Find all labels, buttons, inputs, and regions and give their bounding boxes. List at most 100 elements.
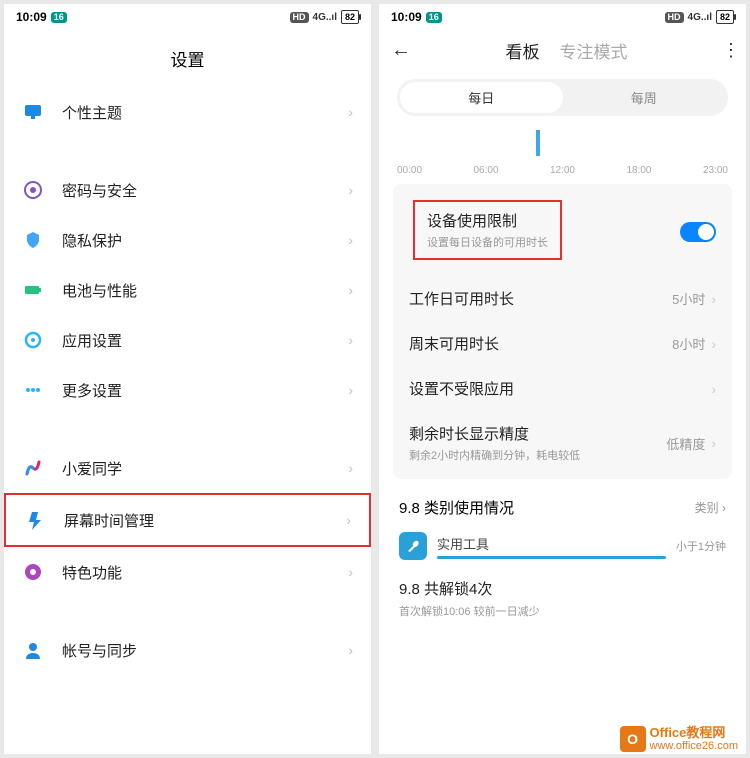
- chevron-right-icon: ›: [348, 642, 353, 658]
- device-limit-card: 设备使用限制 设置每日设备的可用时长 工作日可用时长 5小时 › 周末可用时长 …: [393, 184, 732, 479]
- chevron-right-icon: ›: [348, 460, 353, 476]
- tools-icon: [399, 532, 427, 560]
- row-value: 低精度: [666, 434, 705, 453]
- signal-icon: 4G..ıl: [688, 12, 712, 23]
- segment-control[interactable]: 每日 每周: [397, 79, 728, 116]
- row-value: 8小时: [672, 334, 705, 353]
- settings-item-label: 屏幕时间管理: [64, 510, 346, 531]
- settings-item-screentime[interactable]: 屏幕时间管理 ›: [4, 493, 371, 547]
- settings-item-label: 特色功能: [62, 562, 348, 583]
- chevron-right-icon: ›: [711, 291, 716, 307]
- row-sub: 设置每日设备的可用时长: [427, 234, 548, 250]
- settings-group: 个性主题 ›: [4, 87, 371, 137]
- settings-group: 小爱同学 › 屏幕时间管理 › 特色功能 ›: [4, 443, 371, 597]
- status-app-badge: 16: [426, 12, 442, 23]
- battery-icon: [22, 279, 44, 301]
- settings-item-label: 电池与性能: [62, 280, 348, 301]
- more-icon: [22, 379, 44, 401]
- watermark-logo-icon: O: [620, 726, 646, 752]
- account-icon: [22, 639, 44, 661]
- more-menu-button[interactable]: ⋮: [722, 40, 734, 61]
- settings-item-more[interactable]: 更多设置 ›: [4, 365, 371, 415]
- chevron-right-icon: ›: [348, 564, 353, 580]
- timeline-tick: 00:00: [397, 165, 422, 176]
- usage-item[interactable]: 实用工具 小于1分钟: [379, 524, 746, 568]
- chevron-right-icon: ›: [711, 336, 716, 352]
- chevron-right-icon: ›: [348, 332, 353, 348]
- unlock-sub: 首次解锁10:06 较前一日减少: [399, 603, 726, 619]
- chevron-right-icon: ›: [711, 435, 716, 451]
- usage-bar: [437, 556, 666, 559]
- tab-focus[interactable]: 专注模式: [560, 38, 628, 63]
- usage-section-header[interactable]: 9.8 类别使用情况 类别 ›: [379, 487, 746, 524]
- settings-item-label: 密码与安全: [62, 180, 348, 201]
- unlock-section[interactable]: 9.8 共解锁4次 首次解锁10:06 较前一日减少: [379, 568, 746, 629]
- timeline-tick: 23:00: [703, 165, 728, 176]
- privacy-icon: [22, 229, 44, 251]
- status-time: 10:09: [391, 10, 422, 24]
- chevron-right-icon: ›: [348, 282, 353, 298]
- precision-row[interactable]: 剩余时长显示精度 剩余2小时内精确到分钟，耗电较低 低精度 ›: [393, 411, 732, 475]
- row-title: 剩余时长显示精度: [409, 423, 666, 444]
- apps-icon: [22, 329, 44, 351]
- timeline-tick: 12:00: [550, 165, 575, 176]
- settings-item-feature[interactable]: 特色功能 ›: [4, 547, 371, 597]
- row-title: 周末可用时长: [409, 333, 672, 354]
- top-nav: ← 看板 专注模式 ⋮: [379, 30, 746, 71]
- settings-item-battery[interactable]: 电池与性能 ›: [4, 265, 371, 315]
- segment-weekly[interactable]: 每周: [563, 82, 726, 113]
- row-title: 设置不受限应用: [409, 378, 711, 399]
- settings-item-label: 个性主题: [62, 102, 348, 123]
- usage-timeline[interactable]: 00:00 06:00 12:00 18:00 23:00: [397, 126, 728, 176]
- unlock-title: 9.8 共解锁4次: [399, 578, 726, 599]
- segment-daily[interactable]: 每日: [400, 82, 563, 113]
- theme-icon: [22, 101, 44, 123]
- row-title: 设备使用限制: [427, 210, 548, 231]
- usage-time: 小于1分钟: [676, 538, 726, 554]
- settings-item-label: 应用设置: [62, 330, 348, 351]
- tab-dashboard[interactable]: 看板: [506, 38, 540, 63]
- workday-limit-row[interactable]: 工作日可用时长 5小时 ›: [393, 276, 732, 321]
- watermark: O Office教程网 www.office26.com: [616, 724, 742, 754]
- row-value: 5小时: [672, 289, 705, 308]
- feature-icon: [22, 561, 44, 583]
- settings-item-privacy[interactable]: 隐私保护 ›: [4, 215, 371, 265]
- settings-list[interactable]: 个性主题 › 密码与安全 › 隐私保护 ›: [4, 87, 371, 754]
- device-limit-row[interactable]: 设备使用限制 设置每日设备的可用时长: [393, 188, 732, 276]
- watermark-title: Office教程网: [650, 726, 738, 740]
- battery-indicator: 82: [341, 10, 359, 24]
- back-button[interactable]: ←: [391, 39, 411, 62]
- timeline-tick: 18:00: [626, 165, 651, 176]
- status-time: 10:09: [16, 10, 47, 24]
- hd-icon: HD: [290, 12, 309, 23]
- signal-icon: 4G..ıl: [313, 12, 337, 23]
- settings-item-security[interactable]: 密码与安全 ›: [4, 165, 371, 215]
- settings-item-label: 隐私保护: [62, 230, 348, 251]
- settings-item-account[interactable]: 帐号与同步 ›: [4, 625, 371, 675]
- settings-item-theme[interactable]: 个性主题 ›: [4, 87, 371, 137]
- section-header-title: 9.8 类别使用情况: [399, 497, 514, 518]
- timeline-tick: 06:00: [473, 165, 498, 176]
- weekend-limit-row[interactable]: 周末可用时长 8小时 ›: [393, 321, 732, 366]
- chevron-right-icon: ›: [348, 182, 353, 198]
- chevron-right-icon: ›: [348, 104, 353, 120]
- settings-item-label: 小爱同学: [62, 458, 348, 479]
- usage-name: 实用工具: [437, 534, 666, 553]
- page-title: 设置: [4, 30, 371, 87]
- screentime-screen: 10:09 16 HD 4G..ıl 82 ← 看板 专注模式 ⋮ 每日 每周 …: [379, 4, 746, 754]
- unrestricted-apps-row[interactable]: 设置不受限应用 ›: [393, 366, 732, 411]
- status-bar: 10:09 16 HD 4G..ıl 82: [4, 4, 371, 30]
- settings-group: 密码与安全 › 隐私保护 › 电池与性能 ›: [4, 165, 371, 415]
- device-limit-toggle[interactable]: [680, 222, 716, 242]
- settings-item-xiaoai[interactable]: 小爱同学 ›: [4, 443, 371, 493]
- xiaoai-icon: [22, 457, 44, 479]
- section-header-tag[interactable]: 类别 ›: [695, 499, 726, 516]
- chevron-right-icon: ›: [346, 512, 351, 528]
- security-icon: [22, 179, 44, 201]
- screentime-icon: [24, 509, 46, 531]
- settings-item-label: 帐号与同步: [62, 640, 348, 661]
- settings-item-apps[interactable]: 应用设置 ›: [4, 315, 371, 365]
- timeline-labels: 00:00 06:00 12:00 18:00 23:00: [397, 165, 728, 176]
- timeline-bar: [536, 130, 540, 156]
- row-sub: 剩余2小时内精确到分钟，耗电较低: [409, 447, 666, 463]
